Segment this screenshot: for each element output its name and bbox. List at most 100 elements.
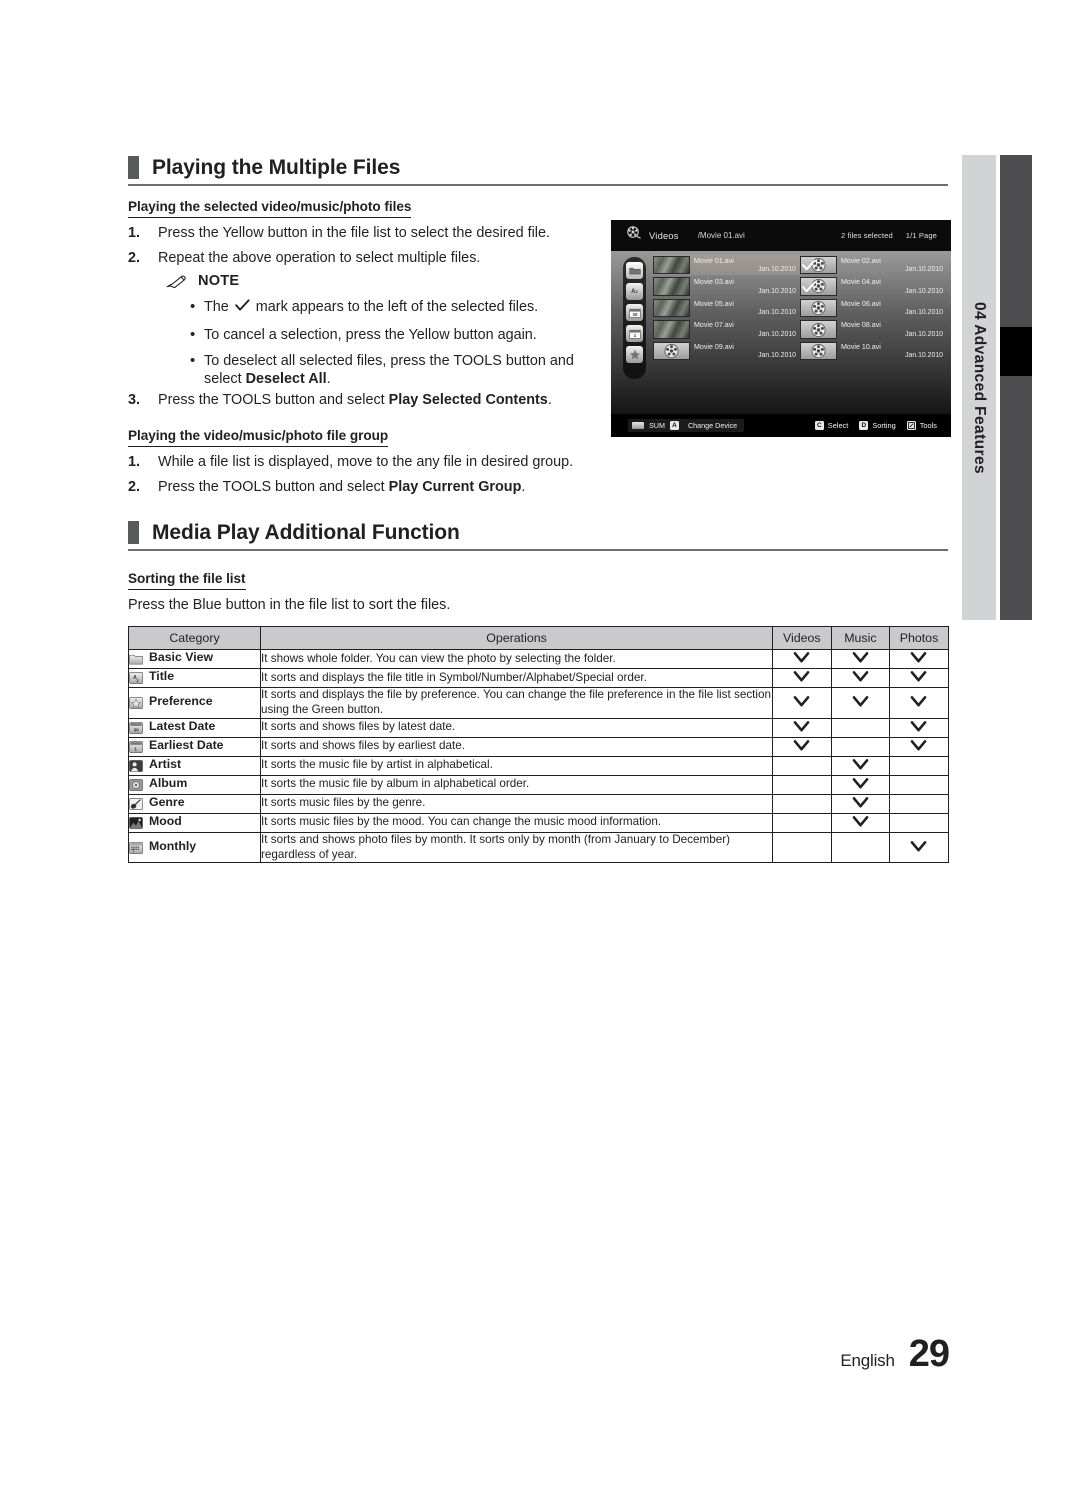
category-label: Monthly xyxy=(149,838,197,853)
step-number: 2. xyxy=(128,250,141,266)
tv-sidebar-folder-icon[interactable] xyxy=(626,262,643,279)
tv-file-item[interactable]: Movie 06.avi Jan.10.2010 xyxy=(800,298,947,318)
cell-category: Mood xyxy=(128,812,261,833)
tv-file-item[interactable]: Movie 10.avi Jan.10.2010 xyxy=(800,341,947,361)
tv-media-play-screenshot: Videos /Movie 01.avi 2 files selected 1/… xyxy=(611,220,951,437)
tv-file-name: Movie 02.avi xyxy=(841,256,881,265)
step-text: Press the TOOLS button and select Play C… xyxy=(158,479,526,495)
tv-sidebar-calendar-earliest-icon[interactable]: 1 xyxy=(626,325,643,342)
footer-language: English xyxy=(840,1351,895,1370)
table-row: Album It sorts the music file by album in… xyxy=(128,774,949,795)
note-bullet: • To cancel a selection, press the Yello… xyxy=(190,326,590,344)
cell-photos-support xyxy=(889,774,949,795)
cell-operation: It sorts the music file by artist in alp… xyxy=(260,755,773,776)
subsection-heading-sorting: Sorting the file list xyxy=(128,571,246,590)
column-header-operations: Operations xyxy=(260,626,773,650)
supported-check-icon xyxy=(793,739,810,755)
tv-action-select[interactable]: C Select xyxy=(814,421,848,430)
tv-file-name: Movie 08.avi xyxy=(841,321,881,330)
tv-sidebar-calendar-latest-icon[interactable]: 30 xyxy=(626,304,643,321)
tv-file-date: Jan.10.2010 xyxy=(905,309,943,317)
tv-category-label: Videos xyxy=(649,230,679,241)
tv-file-item[interactable]: Movie 05.avi Jan.10.2010 xyxy=(653,298,800,318)
cell-music-support xyxy=(830,717,891,738)
sorting-intro-text: Press the Blue button in the file list t… xyxy=(128,597,451,613)
calendar-earliest-icon: 1 xyxy=(129,740,143,756)
key-d-button[interactable]: D xyxy=(859,421,869,430)
step-text: Press the Yellow button in the file list… xyxy=(158,225,550,241)
column-header-photos: Photos xyxy=(889,626,949,650)
tv-file-meta: Movie 09.avi Jan.10.2010 xyxy=(693,342,800,361)
cell-photos-support xyxy=(889,831,949,864)
tv-file-name: Movie 04.avi xyxy=(841,278,881,287)
tools-icon[interactable] xyxy=(906,421,916,430)
category-label: Basic View xyxy=(149,650,214,664)
section1-title: Playing the Multiple Files xyxy=(152,156,401,179)
cell-operation: It sorts and shows photo files by month.… xyxy=(260,831,773,864)
tv-file-item[interactable]: Movie 04.avi Jan.10.2010 xyxy=(800,277,947,297)
tv-file-item[interactable]: Movie 03.avi Jan.10.2010 xyxy=(653,277,800,297)
chapter-side-tab: 04 Advanced Features xyxy=(962,155,996,620)
file-thumbnail xyxy=(653,298,690,318)
tv-file-name: Movie 07.avi xyxy=(694,321,734,330)
supported-check-icon xyxy=(910,739,927,755)
table-row: 30 Latest Date It sorts and shows files by… xyxy=(128,717,949,738)
tv-file-item[interactable]: Movie 08.avi Jan.10.2010 xyxy=(800,320,947,340)
cell-music-support xyxy=(830,774,891,795)
cell-music-support xyxy=(830,812,891,833)
tv-tools-label: Tools xyxy=(919,421,937,430)
tv-file-item[interactable]: Movie 09.avi Jan.10.2010 xyxy=(653,341,800,361)
tv-sorting-label: Sorting xyxy=(872,421,896,430)
folder-icon xyxy=(129,653,143,668)
table-row: Preference It sorts and displays the file… xyxy=(128,687,949,719)
cell-videos-support xyxy=(772,774,832,795)
tv-file-item[interactable]: Movie 07.avi Jan.10.2010 xyxy=(653,320,800,340)
tv-change-device-label: Change Device xyxy=(687,421,738,430)
tv-file-date: Jan.10.2010 xyxy=(758,352,796,360)
table-row: Genre It sorts music files by the genre. xyxy=(128,793,949,814)
category-label: Latest Date xyxy=(149,718,216,733)
tv-file-item[interactable]: Movie 01.avi Jan.10.2010 xyxy=(653,255,800,275)
tv-file-date: Jan.10.2010 xyxy=(905,330,943,338)
film-reel-icon xyxy=(800,320,837,339)
tv-file-date: Jan.10.2010 xyxy=(905,266,943,274)
supported-check-icon xyxy=(852,670,869,686)
key-a-button[interactable]: A xyxy=(669,421,679,430)
cell-music-support xyxy=(830,755,891,776)
usb-icon xyxy=(632,422,644,429)
step-number: 1. xyxy=(128,225,141,241)
cell-category: Genre xyxy=(128,793,261,814)
cell-photos-support xyxy=(889,812,949,833)
supported-check-icon xyxy=(852,777,869,793)
note-bullet-list: • The mark appears to the left of the se… xyxy=(190,298,590,388)
step-number: 3. xyxy=(128,392,141,408)
supported-check-icon xyxy=(910,840,927,856)
table-row: 1 Earliest Date It sorts and shows files b… xyxy=(128,736,949,757)
key-c-button[interactable]: C xyxy=(814,421,824,430)
tv-sidebar-a-z-sort-icon[interactable]: AZ xyxy=(626,283,643,300)
album-disc-icon xyxy=(129,778,143,794)
cell-photos-support xyxy=(889,717,949,738)
tv-device-pill[interactable]: SUM A Change Device xyxy=(628,419,745,432)
cell-operation: It sorts and shows files by earliest dat… xyxy=(260,736,773,757)
svg-text:30: 30 xyxy=(632,312,637,317)
cell-videos-support xyxy=(772,717,832,738)
tv-file-date: Jan.10.2010 xyxy=(758,287,796,295)
tv-sort-sidebar[interactable]: AZ 30 1 xyxy=(623,257,646,379)
cell-category: Basic View xyxy=(128,649,261,669)
tv-file-meta: Movie 07.avi Jan.10.2010 xyxy=(693,320,800,339)
tv-action-sorting[interactable]: D Sorting xyxy=(859,421,896,430)
cell-operation: It shows whole folder. You can view the … xyxy=(260,649,773,669)
bullet-dot: • xyxy=(190,352,196,370)
tv-sidebar-star-icon[interactable] xyxy=(626,346,643,363)
cell-category: Album xyxy=(128,774,261,795)
cell-music-support xyxy=(830,736,891,757)
tv-file-item[interactable]: Movie 02.avi Jan.10.2010 xyxy=(800,255,947,275)
calendar-monthly-icon: 7 xyxy=(129,841,143,857)
tv-action-tools[interactable]: Tools xyxy=(906,421,937,430)
category-label: Mood xyxy=(149,813,182,828)
cell-videos-support xyxy=(772,668,832,688)
tv-file-date: Jan.10.2010 xyxy=(758,309,796,317)
cell-category: 7 Monthly xyxy=(128,831,261,864)
step-item: 2. Press the TOOLS button and select Pla… xyxy=(128,478,618,496)
